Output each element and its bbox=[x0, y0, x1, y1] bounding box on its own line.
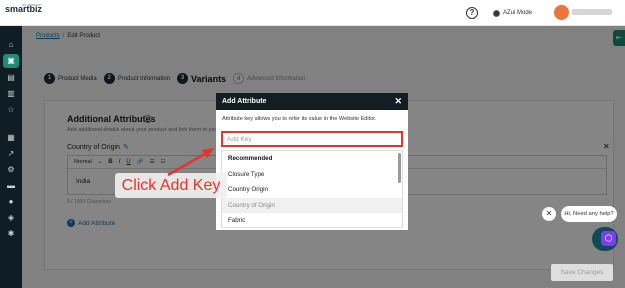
mode-label: AZui Mode bbox=[503, 10, 533, 16]
option-closure-type[interactable]: Closure Type bbox=[222, 167, 402, 183]
chat-greeting-bubble[interactable]: Hi, Need any help? bbox=[561, 206, 617, 222]
left-nav-rail: ⌂ ▣ ▤ ▥ ☆ ▦ ↗ ⚙ ▬ ● ◈ ✱ bbox=[0, 26, 22, 288]
recommended-group-label: Recommended bbox=[228, 155, 273, 162]
mode-indicator-icon bbox=[493, 9, 500, 17]
add-attribute-modal: Add Attribute ✕ Attribute key allows you… bbox=[216, 93, 408, 230]
key-suggestions-dropdown: Recommended Closure Type Country Origin … bbox=[221, 150, 403, 228]
top-header: smartbiz by amazon ? AZui Mode bbox=[0, 0, 625, 26]
close-icon[interactable]: ✕ bbox=[394, 93, 402, 110]
user-name-redacted[interactable] bbox=[572, 9, 612, 15]
puzzle-icon[interactable]: ◈ bbox=[6, 213, 16, 223]
modal-description: Attribute key allows you to refer its va… bbox=[222, 116, 377, 122]
dropdown-scrollbar[interactable] bbox=[398, 153, 401, 183]
user-avatar[interactable] bbox=[554, 5, 569, 20]
option-fabric[interactable]: Fabric bbox=[222, 213, 402, 229]
modal-header: Add Attribute ✕ bbox=[216, 93, 408, 110]
settings-icon[interactable]: ⚙ bbox=[6, 165, 16, 175]
marketing-icon[interactable]: ↗ bbox=[6, 149, 16, 159]
modal-title: Add Attribute bbox=[222, 98, 267, 105]
store-icon[interactable]: ▦ bbox=[6, 133, 16, 143]
add-key-input[interactable] bbox=[221, 131, 403, 147]
home-icon[interactable]: ⌂ bbox=[6, 40, 16, 50]
gear-icon[interactable]: ✱ bbox=[6, 229, 16, 239]
logo-subtitle: by amazon bbox=[22, 2, 42, 7]
chat-dismiss-icon[interactable]: ✕ bbox=[542, 207, 556, 221]
option-country-origin[interactable]: Country Origin bbox=[222, 182, 402, 198]
tutorial-callout: Click Add Key bbox=[115, 173, 227, 198]
messages-icon[interactable]: ▬ bbox=[6, 181, 16, 191]
analytics-icon[interactable]: ▥ bbox=[6, 89, 16, 99]
save-changes-button[interactable]: Save Changes bbox=[551, 264, 613, 281]
star-icon[interactable]: ☆ bbox=[6, 105, 16, 115]
payments-icon[interactable]: ● bbox=[6, 197, 16, 207]
catalog-icon[interactable]: ▣ bbox=[3, 54, 19, 68]
orders-icon[interactable]: ▤ bbox=[6, 73, 16, 83]
help-icon[interactable]: ? bbox=[466, 7, 478, 19]
chat-launcher-button[interactable]: ⬡ bbox=[592, 227, 618, 251]
azui-mode-toggle[interactable]: AZui Mode bbox=[493, 8, 532, 18]
chat-bot-icon: ⬡ bbox=[601, 231, 616, 246]
option-country-of-origin[interactable]: Country of Origin bbox=[222, 197, 402, 213]
